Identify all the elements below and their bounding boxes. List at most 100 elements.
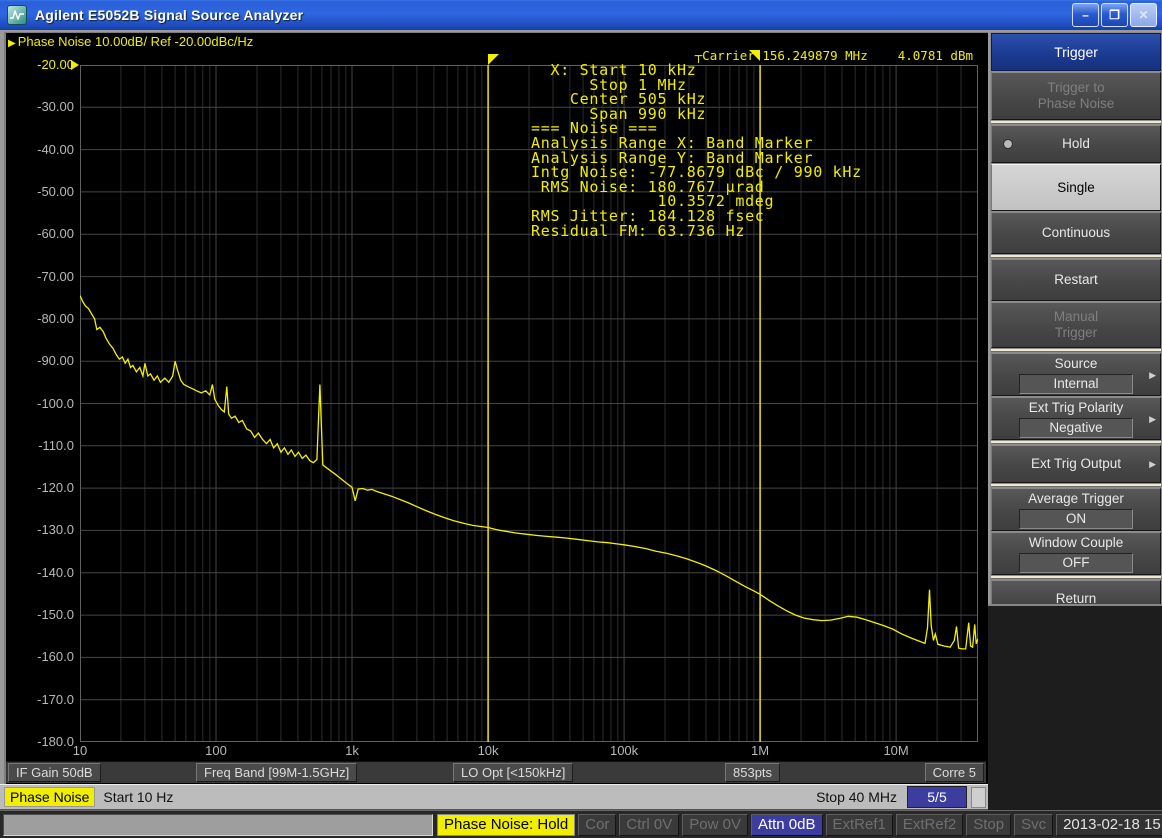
y-axis-tick-label: -140.0: [4, 565, 74, 580]
x-axis-tick-label: 100: [205, 743, 227, 758]
softkey-ext-trig-output[interactable]: Ext Trig Output ▶: [991, 445, 1161, 483]
minimize-button[interactable]: –: [1072, 3, 1099, 27]
softkey-restart[interactable]: Restart: [991, 259, 1161, 301]
softkey-label: Source: [1055, 356, 1098, 372]
y-axis-tick-label: -170.0: [4, 692, 74, 707]
ref-level-arrow-icon: [71, 60, 79, 70]
softkey-label: Restart: [1054, 272, 1098, 288]
submenu-arrow-icon: ▶: [1149, 411, 1156, 427]
y-axis-tick-label: -80.00: [4, 311, 74, 326]
titlebar: Agilent E5052B Signal Source Analyzer – …: [0, 0, 1162, 30]
menu-header-trigger: Trigger: [991, 33, 1161, 71]
x-axis-tick-label: 10M: [883, 743, 908, 758]
softkey-ext-trig-polarity[interactable]: Ext Trig PolarityNegative▶: [991, 397, 1161, 440]
y-axis-tick-label: -30.00: [4, 99, 74, 114]
freq-band-chip: Freq Band [99M-1.5GHz]: [196, 763, 357, 782]
softkey-value: OFF: [1019, 553, 1133, 573]
points-chip: 853pts: [725, 763, 780, 782]
softkey-label: Single: [1057, 180, 1095, 196]
sweep-stop-label: Stop 40 MHz: [816, 789, 897, 805]
y-axis-tick-label: -160.0: [4, 649, 74, 664]
y-axis-tick-label: -60.00: [4, 226, 74, 241]
carrier-readout: ┬Carrier 156.249879 MHz 4.0781 dBm: [695, 48, 973, 63]
y-axis-tick-label: -150.0: [4, 607, 74, 622]
softkey-average-trigger[interactable]: Average Trigger ON: [991, 488, 1161, 531]
carrier-frequency: ┬Carrier 156.249879 MHz: [695, 48, 868, 63]
attenuator-chip: Attn 0dB: [751, 814, 823, 836]
y-axis-tick-label: -130.0: [4, 522, 74, 537]
softkey-value: Internal: [1019, 374, 1133, 394]
softkey-single[interactable]: Single: [991, 164, 1161, 211]
softkey-label: Window Couple: [1029, 535, 1124, 551]
active-measurement-chip: Phase Noise: [4, 787, 95, 807]
correction-chip: Corre 5: [925, 763, 984, 782]
y-axis-tick-label: -100.0: [4, 396, 74, 411]
ctrl-voltage-chip: Ctrl 0V: [619, 814, 679, 836]
softkey-label: Hold: [1062, 136, 1090, 152]
y-axis-tick-label: -180.0: [4, 734, 74, 749]
trace-scale-readout: ▶Phase Noise 10.00dB/ Ref -20.00dBc/Hz: [8, 34, 253, 49]
extref2-chip: ExtRef2: [896, 814, 963, 836]
sweep-start-label: Start 10 Hz: [103, 789, 173, 805]
x-axis-tick-label: 10: [73, 743, 87, 758]
softkey-value: ON: [1019, 509, 1133, 529]
stop-chip: Stop: [966, 814, 1011, 836]
y-axis-tick-label: -110.0: [4, 438, 74, 453]
window-title: Agilent E5052B Signal Source Analyzer: [35, 7, 303, 23]
noise-analysis-readout: X: Start 10 kHz Stop 1 MHz Center 505 kH…: [531, 63, 862, 238]
softkey-label: Manual Trigger: [1054, 309, 1098, 341]
menu-separator: [991, 576, 1161, 579]
softkey-label: Average Trigger: [1028, 491, 1124, 507]
analyzer-window: Agilent E5052B Signal Source Analyzer – …: [0, 0, 1162, 838]
softkey-value: Negative: [1019, 418, 1133, 438]
restore-button[interactable]: ❐: [1101, 3, 1128, 27]
status-message-area: [3, 814, 433, 836]
x-axis-tick-label: 10k: [478, 743, 499, 758]
y-axis-tick-label: -20.00: [4, 57, 74, 72]
softkey-label: Trigger: [1054, 44, 1098, 60]
band-marker-2-flag-icon[interactable]: [749, 50, 760, 61]
band-marker-1-flag-icon[interactable]: [488, 54, 499, 65]
softkey-label: Ext Trig Output: [1031, 456, 1121, 472]
radio-indicator-icon: [1003, 139, 1013, 149]
svc-chip: Svc: [1014, 814, 1053, 836]
softkey-label: Continuous: [1042, 225, 1110, 241]
measurement-settings-bar: IF Gain 50dB Freq Band [99M-1.5GHz] LO O…: [6, 761, 986, 783]
submenu-arrow-icon: ▶: [1149, 456, 1156, 472]
x-axis-tick-label: 1k: [345, 743, 359, 758]
x-axis-tick-label: 1M: [751, 743, 769, 758]
app-icon: [7, 5, 27, 25]
y-axis-tick-label: -90.00: [4, 353, 74, 368]
softkey-menu-spacer: [988, 604, 1162, 810]
close-button[interactable]: ✕: [1130, 3, 1157, 27]
y-axis-tick-label: -120.0: [4, 480, 74, 495]
softkey-window-couple[interactable]: Window Couple OFF: [991, 532, 1161, 575]
menu-separator: [991, 484, 1161, 487]
trace-scale-label: Phase Noise 10.00dB/ Ref -20.00dBc/Hz: [18, 34, 254, 49]
menu-separator: [991, 121, 1161, 124]
carrier-power: 4.0781 dBm: [898, 48, 973, 63]
if-gain-chip: IF Gain 50dB: [8, 763, 101, 782]
power-voltage-chip: Pow 0V: [682, 814, 748, 836]
softkey-trigger-to-phase-noise: Trigger to Phase Noise: [991, 72, 1161, 120]
softkey-continuous[interactable]: Continuous: [991, 212, 1161, 254]
softkey-hold[interactable]: Hold: [991, 125, 1161, 163]
softkey-menu: Trigger Trigger to Phase Noise Hold Single C…: [990, 32, 1162, 619]
menu-separator: [991, 441, 1161, 444]
softkey-label: Trigger to Phase Noise: [1038, 80, 1115, 112]
datetime-display: 2013-02-18 15:36: [1056, 814, 1162, 836]
trigger-status-chip: Phase Noise: Hold: [437, 814, 575, 836]
scroll-button[interactable]: [971, 787, 986, 808]
correction-status-chip: Cor: [578, 814, 616, 836]
page-indicator[interactable]: 5/5: [907, 786, 967, 808]
submenu-arrow-icon: ▶: [1149, 367, 1156, 383]
y-axis-tick-label: -50.00: [4, 184, 74, 199]
menu-separator: [991, 349, 1161, 352]
menu-separator: [991, 255, 1161, 258]
lo-opt-chip: LO Opt [<150kHz]: [453, 763, 573, 782]
softkey-source[interactable]: Source Internal ▶: [991, 353, 1161, 396]
x-axis-tick-label: 100k: [610, 743, 638, 758]
sweep-range-bar: Phase Noise Start 10 Hz Stop 40 MHz 5/5: [0, 784, 988, 810]
softkey-manual-trigger: Manual Trigger: [991, 302, 1161, 348]
instrument-status-bar: Phase Noise: Hold Cor Ctrl 0V Pow 0V Att…: [0, 810, 1162, 838]
